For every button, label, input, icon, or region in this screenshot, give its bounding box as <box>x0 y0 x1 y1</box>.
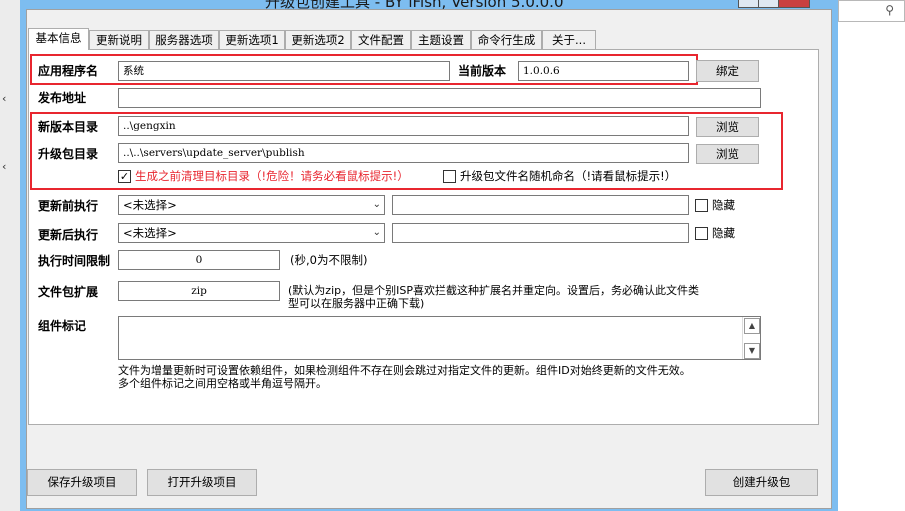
clean-target-checkbox-label[interactable]: 生成之前清理目标目录（!危险！请务必看鼠标提示!） <box>135 169 409 184</box>
package-dir-input[interactable]: ..\..\servers\update_server\publish <box>118 143 689 163</box>
bind-button[interactable]: 绑定 <box>696 60 759 82</box>
background-left-strip: ‹ ‹ <box>0 0 20 511</box>
ext-hint-line2: 型可以在服务器中正确下载) <box>288 297 425 310</box>
ext-hint-line1: (默认为zip，但是个别ISP喜欢拦截这种扩展名并重定向。设置后，务必确认此文件… <box>288 284 699 297</box>
scroll-up-icon[interactable]: ▲ <box>744 318 760 334</box>
tab-update-notes[interactable]: 更新说明 <box>89 30 149 49</box>
tab-server-options[interactable]: 服务器选项 <box>149 30 219 49</box>
window-controls <box>738 0 810 8</box>
search-icon[interactable]: ⚲ <box>885 3 894 17</box>
tab-theme-settings[interactable]: 主题设置 <box>411 30 471 49</box>
pre-update-hide-label[interactable]: 隐藏 <box>712 198 735 213</box>
component-label: 组件标记 <box>38 319 87 333</box>
version-input[interactable]: 1.0.0.6 <box>518 61 689 81</box>
package-dir-label: 升级包目录 <box>38 147 99 161</box>
save-project-button[interactable]: 保存升级项目 <box>27 469 137 496</box>
post-update-args-input[interactable] <box>392 223 689 243</box>
title-bar[interactable]: 升级包创建工具 - BY iFish, Version 5.0.0.0 <box>20 0 838 9</box>
post-update-select-value: <未选择> <box>123 226 177 240</box>
pre-update-select[interactable]: <未选择> ⌄ <box>118 195 385 215</box>
component-hint-line1: 文件为增量更新时可设置依赖组件，如果检测组件不存在则会跳过对指定文件的更新。组件… <box>118 364 691 377</box>
tab-basic-info[interactable]: 基本信息 <box>28 28 89 50</box>
close-button[interactable] <box>778 0 810 8</box>
browse-package-dir-button[interactable]: 浏览 <box>696 144 759 164</box>
pre-update-hide-checkbox[interactable] <box>695 199 708 212</box>
publish-url-label: 发布地址 <box>38 91 87 105</box>
time-limit-input[interactable]: 0 <box>118 250 280 270</box>
tab-update-options-1[interactable]: 更新选项1 <box>219 30 285 49</box>
ext-label: 文件包扩展 <box>38 285 99 299</box>
browse-new-version-button[interactable]: 浏览 <box>696 117 759 137</box>
new-version-dir-input[interactable]: ..\gengxin <box>118 116 689 136</box>
component-scrollbar[interactable]: ▲ ▼ <box>742 317 760 359</box>
time-limit-hint: (秒,0为不限制) <box>290 253 368 267</box>
component-textarea[interactable]: ▲ ▼ <box>118 316 761 360</box>
random-name-checkbox[interactable] <box>443 170 456 183</box>
app-name-label: 应用程序名 <box>38 64 99 78</box>
background-search-box[interactable]: ⚲ <box>838 0 905 22</box>
post-update-select[interactable]: <未选择> ⌄ <box>118 223 385 243</box>
background-fragment: ‹ <box>2 92 7 105</box>
post-update-hide-checkbox[interactable] <box>695 227 708 240</box>
pre-update-args-input[interactable] <box>392 195 689 215</box>
post-update-label: 更新后执行 <box>38 228 99 242</box>
create-package-button[interactable]: 创建升级包 <box>705 469 818 496</box>
component-hint-line2: 多个组件标记之间用空格或半角逗号隔开。 <box>118 377 327 390</box>
version-label: 当前版本 <box>458 64 507 78</box>
new-version-dir-label: 新版本目录 <box>38 120 99 134</box>
tab-file-config[interactable]: 文件配置 <box>351 30 411 49</box>
window-title: 升级包创建工具 - BY iFish, Version 5.0.0.0 <box>265 0 564 9</box>
background-fragment: ‹ <box>2 160 7 173</box>
random-name-checkbox-label[interactable]: 升级包文件名随机命名（!请看鼠标提示!） <box>460 169 676 184</box>
publish-url-input[interactable] <box>118 88 761 108</box>
pre-update-label: 更新前执行 <box>38 199 99 213</box>
pre-update-select-value: <未选择> <box>123 198 177 212</box>
scroll-down-icon[interactable]: ▼ <box>744 343 760 359</box>
ext-input[interactable]: zip <box>118 281 280 301</box>
tab-command-line[interactable]: 命令行生成 <box>471 30 542 49</box>
open-project-button[interactable]: 打开升级项目 <box>147 469 257 496</box>
time-limit-label: 执行时间限制 <box>38 254 111 268</box>
tab-about[interactable]: 关于... <box>542 30 596 49</box>
app-name-input[interactable]: 系统 <box>118 61 450 81</box>
tab-update-options-2[interactable]: 更新选项2 <box>285 30 351 49</box>
post-update-hide-label[interactable]: 隐藏 <box>712 226 735 241</box>
chevron-down-icon[interactable]: ⌄ <box>373 196 381 214</box>
chevron-down-icon[interactable]: ⌄ <box>373 224 381 242</box>
clean-target-checkbox[interactable]: ✓ <box>118 170 131 183</box>
